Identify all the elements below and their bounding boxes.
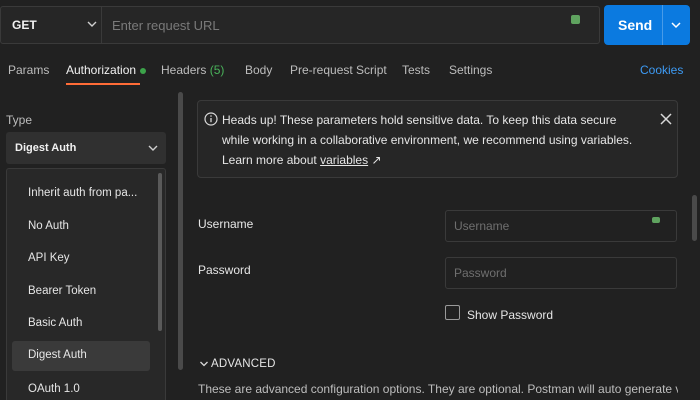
dropdown-item-bearer-token[interactable]: Bearer Token bbox=[12, 277, 150, 307]
tab-label: Pre-request Script bbox=[290, 63, 387, 77]
content-scrollbar[interactable] bbox=[692, 195, 697, 241]
auth-type-label: Type bbox=[6, 113, 33, 127]
chevron-down-icon[interactable] bbox=[199, 359, 209, 369]
banner-text: Heads up! These parameters hold sensitiv… bbox=[222, 113, 633, 167]
tab-label: Params bbox=[8, 63, 50, 77]
chevron-down-icon bbox=[87, 21, 97, 27]
dropdown-item-basic-auth[interactable]: Basic Auth bbox=[12, 309, 150, 339]
dropdown-item-label: No Auth bbox=[28, 220, 69, 232]
dropdown-item-label: Inherit auth from pa... bbox=[28, 187, 138, 199]
tab-label: Tests bbox=[402, 63, 431, 77]
show-password-label[interactable]: Show Password bbox=[467, 308, 553, 322]
advanced-toggle[interactable]: ADVANCED bbox=[211, 358, 276, 370]
send-button[interactable]: Send bbox=[604, 5, 690, 45]
dropdown-item-inherit[interactable]: Inherit auth from pa... bbox=[12, 179, 150, 209]
chevron-down-icon bbox=[148, 145, 158, 151]
dropdown-item-label: Basic Auth bbox=[28, 317, 83, 329]
method-select[interactable]: GET bbox=[1, 7, 102, 43]
auth-type-select[interactable]: Digest Auth bbox=[6, 132, 166, 164]
username-label: Username bbox=[198, 217, 254, 231]
request-bar: GET bbox=[0, 6, 600, 44]
tab-authorization[interactable]: Authorization bbox=[66, 63, 147, 77]
dropdown-item-label: Digest Auth bbox=[28, 349, 87, 361]
close-icon[interactable] bbox=[660, 113, 672, 125]
extension-status-icon bbox=[571, 15, 580, 24]
url-input[interactable] bbox=[102, 7, 599, 43]
external-link-icon: ↗ bbox=[371, 153, 382, 167]
advanced-description: These are advanced configuration options… bbox=[198, 382, 678, 396]
dropdown-scrollbar[interactable] bbox=[158, 173, 162, 331]
tab-tests[interactable]: Tests bbox=[402, 63, 430, 77]
tab-label: Body bbox=[245, 63, 273, 77]
banner-message: Heads up! These parameters hold sensitiv… bbox=[222, 110, 642, 170]
dropdown-item-label: OAuth 1.0 bbox=[28, 383, 80, 395]
dropdown-item-label: Bearer Token bbox=[28, 285, 97, 297]
chevron-down-icon[interactable] bbox=[670, 19, 682, 31]
left-panel-scrollbar[interactable] bbox=[178, 92, 183, 370]
dropdown-item-api-key[interactable]: API Key bbox=[12, 244, 150, 274]
password-label: Password bbox=[198, 263, 251, 277]
tab-label: Settings bbox=[449, 63, 493, 77]
send-divider bbox=[662, 5, 663, 45]
info-banner: Heads up! These parameters hold sensitiv… bbox=[197, 100, 678, 178]
password-input[interactable] bbox=[445, 257, 677, 289]
status-dot-icon bbox=[140, 67, 147, 74]
auth-type-dropdown: Inherit auth from pa... No Auth API Key … bbox=[6, 168, 166, 400]
dropdown-item-oauth-1[interactable]: OAuth 1.0 bbox=[12, 375, 150, 400]
dropdown-item-digest-auth[interactable]: Digest Auth bbox=[12, 341, 150, 371]
tab-count: (5) bbox=[209, 63, 225, 77]
active-tab-indicator bbox=[66, 83, 140, 85]
tab-headers[interactable]: Headers (5) bbox=[161, 63, 224, 77]
extension-status-icon bbox=[652, 217, 660, 223]
tab-body[interactable]: Body bbox=[245, 63, 272, 77]
auth-type-value: Digest Auth bbox=[15, 142, 77, 154]
tab-pre-request-script[interactable]: Pre-request Script bbox=[290, 63, 387, 77]
username-input[interactable] bbox=[445, 210, 677, 242]
tab-params[interactable]: Params bbox=[8, 63, 49, 77]
method-label: GET bbox=[12, 18, 37, 32]
dropdown-item-no-auth[interactable]: No Auth bbox=[12, 212, 150, 242]
info-icon bbox=[204, 112, 218, 126]
tab-label: Authorization bbox=[66, 63, 137, 77]
cookies-link[interactable]: Cookies bbox=[640, 63, 683, 77]
show-password-checkbox[interactable] bbox=[445, 305, 460, 320]
dropdown-item-label: API Key bbox=[28, 252, 70, 264]
tab-label: Headers bbox=[161, 63, 207, 77]
variables-link[interactable]: variables bbox=[320, 153, 368, 167]
tab-settings[interactable]: Settings bbox=[449, 63, 492, 77]
send-label: Send bbox=[618, 17, 653, 33]
